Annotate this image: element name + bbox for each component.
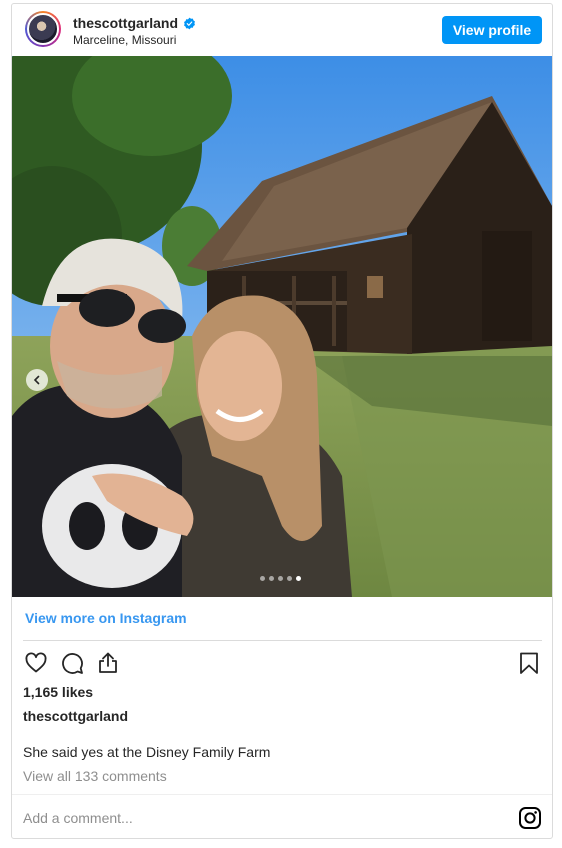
carousel-indicator bbox=[260, 576, 301, 581]
avatar[interactable] bbox=[25, 11, 61, 47]
instagram-embed-card: thescottgarland Marceline, Missouri View… bbox=[11, 3, 553, 839]
likes-count[interactable]: 1,165 likes bbox=[23, 684, 93, 700]
divider bbox=[23, 640, 542, 641]
view-more-link[interactable]: View more on Instagram bbox=[25, 610, 187, 626]
verified-badge-icon bbox=[183, 17, 196, 30]
carousel-dot bbox=[260, 576, 265, 581]
username-row: thescottgarland bbox=[73, 15, 196, 31]
add-comment-input[interactable]: Add a comment... bbox=[23, 810, 133, 826]
avatar-image bbox=[27, 13, 59, 45]
view-all-comments-link[interactable]: View all 133 comments bbox=[23, 768, 167, 784]
carousel-dot bbox=[287, 576, 292, 581]
instagram-logo-icon[interactable] bbox=[518, 806, 542, 830]
divider bbox=[12, 794, 552, 795]
chevron-left-icon[interactable] bbox=[26, 369, 48, 391]
caption-text: She said yes at the Disney Family Farm bbox=[23, 744, 271, 760]
bookmark-icon[interactable] bbox=[516, 650, 542, 676]
location[interactable]: Marceline, Missouri bbox=[73, 33, 176, 47]
username[interactable]: thescottgarland bbox=[73, 15, 178, 31]
carousel-dot bbox=[278, 576, 283, 581]
post-header: thescottgarland Marceline, Missouri View… bbox=[12, 4, 552, 56]
share-icon[interactable] bbox=[95, 650, 121, 676]
carousel-dot-active bbox=[296, 576, 301, 581]
caption-username[interactable]: thescottgarland bbox=[23, 708, 128, 724]
photo-illustration bbox=[12, 56, 552, 597]
heart-icon[interactable] bbox=[23, 650, 49, 676]
carousel-dot bbox=[269, 576, 274, 581]
view-profile-button[interactable]: View profile bbox=[442, 16, 542, 44]
action-bar bbox=[23, 650, 542, 678]
comment-icon[interactable] bbox=[59, 650, 85, 676]
post-photo[interactable] bbox=[12, 56, 552, 597]
